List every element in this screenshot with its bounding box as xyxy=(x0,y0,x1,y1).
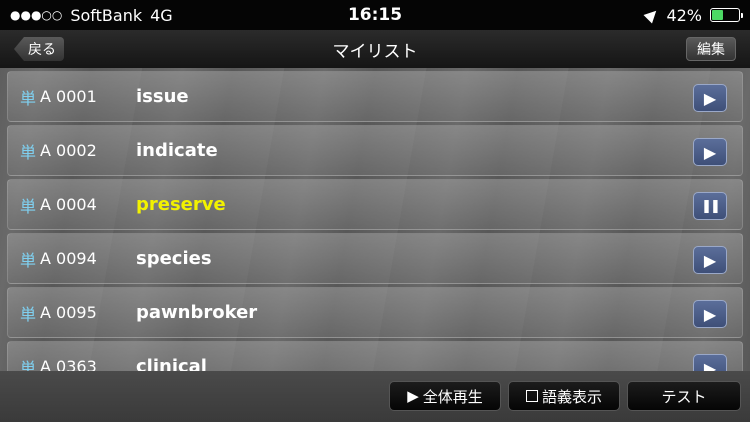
battery-icon xyxy=(710,8,743,22)
word-text: issue xyxy=(136,86,189,107)
test-button[interactable]: テスト xyxy=(627,381,741,411)
network-label: 4G xyxy=(150,5,173,25)
test-label: テスト xyxy=(661,387,707,406)
word-type-tag: 単 xyxy=(20,142,37,162)
navigation-bar: 戻る マイリスト 編集 xyxy=(0,30,750,68)
play-icon: ▶ xyxy=(703,250,717,270)
signal-strength-icon: ●●●○○ xyxy=(10,8,63,22)
list-item[interactable]: 単 A 0363 clinical ▶ xyxy=(7,341,743,371)
word-text: pawnbroker xyxy=(136,302,258,323)
show-meaning-toggle[interactable]: 語義表示 xyxy=(508,381,620,411)
bottom-toolbar: ▶ 全体再生 語義表示 テスト xyxy=(0,371,750,422)
word-type-tag: 単 xyxy=(20,358,37,372)
word-type-tag: 単 xyxy=(20,88,37,108)
pause-icon: ❚❚ xyxy=(701,198,721,214)
pause-button[interactable]: ❚❚ xyxy=(693,192,727,220)
show-meaning-label: 語義表示 xyxy=(541,387,602,406)
word-text: clinical xyxy=(136,356,207,371)
back-button[interactable]: 戻る xyxy=(14,37,64,61)
word-text: species xyxy=(136,248,212,269)
word-type-tag: 単 xyxy=(20,250,37,270)
word-list[interactable]: 単 A 0001 issue ▶ 単 A 0002 indicate ▶ 単 A… xyxy=(0,68,750,371)
play-button[interactable]: ▶ xyxy=(693,246,727,274)
word-code: A 0095 xyxy=(40,303,97,322)
word-code: A 0094 xyxy=(40,249,97,268)
edit-button[interactable]: 編集 xyxy=(686,37,736,61)
play-button[interactable]: ▶ xyxy=(693,300,727,328)
word-code: A 0002 xyxy=(40,141,97,160)
play-button[interactable]: ▶ xyxy=(693,84,727,112)
status-bar: ●●●○○ SoftBank 4G 16:15 42% xyxy=(0,0,750,30)
list-item[interactable]: 単 A 0002 indicate ▶ xyxy=(7,125,743,176)
list-item[interactable]: 単 A 0001 issue ▶ xyxy=(7,71,743,122)
word-code: A 0004 xyxy=(40,195,97,214)
word-type-tag: 単 xyxy=(20,304,37,324)
play-button[interactable]: ▶ xyxy=(693,138,727,166)
list-item[interactable]: 単 A 0095 pawnbroker ▶ xyxy=(7,287,743,338)
list-item[interactable]: 単 A 0004 preserve ❚❚ xyxy=(7,179,743,230)
word-type-tag: 単 xyxy=(20,196,37,216)
play-all-label: 全体再生 xyxy=(422,387,483,406)
battery-percent: 42% xyxy=(666,5,702,25)
page-title: マイリスト xyxy=(332,41,418,62)
play-icon: ▶ xyxy=(703,358,717,372)
status-right: 42% xyxy=(643,5,743,25)
carrier-label: SoftBank xyxy=(70,5,143,25)
battery-fill xyxy=(712,10,723,20)
checkbox-icon xyxy=(525,390,538,402)
status-left: ●●●○○ SoftBank 4G xyxy=(10,6,260,25)
location-arrow-icon xyxy=(643,6,661,24)
play-button[interactable]: ▶ xyxy=(693,354,727,371)
word-text: indicate xyxy=(136,140,218,161)
word-code: A 0363 xyxy=(40,357,97,371)
play-icon: ▶ xyxy=(407,387,419,405)
list-item[interactable]: 単 A 0094 species ▶ xyxy=(7,233,743,284)
play-icon: ▶ xyxy=(703,304,717,324)
play-all-button[interactable]: ▶ 全体再生 xyxy=(389,381,501,411)
play-icon: ▶ xyxy=(703,142,717,162)
word-code: A 0001 xyxy=(40,87,97,106)
word-text-active: preserve xyxy=(136,194,226,215)
play-icon: ▶ xyxy=(703,88,717,108)
